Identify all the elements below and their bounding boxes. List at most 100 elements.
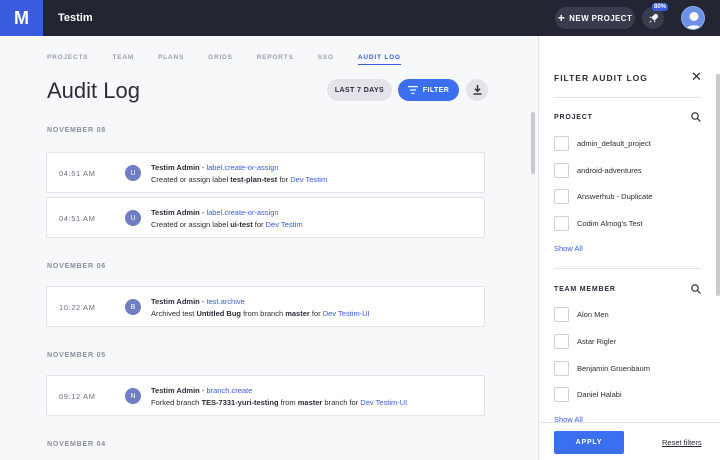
filter-panel-footer: APPLY Reset filters xyxy=(539,422,720,460)
log-text: for xyxy=(252,220,266,229)
close-icon[interactable]: ✕ xyxy=(691,69,702,85)
project-show-all-link[interactable]: Show All xyxy=(554,244,583,253)
project-option[interactable]: admin_default_project xyxy=(554,136,651,151)
team-member-option[interactable]: Astar Rigler xyxy=(554,334,616,349)
log-entry: 10:22 AM B Testim Admin - test.archive A… xyxy=(46,286,485,327)
date-range-button[interactable]: LAST 7 DAYS xyxy=(327,79,392,101)
log-entry: 04:51 AM U Testim Admin - label.create-o… xyxy=(46,197,485,238)
divider xyxy=(554,268,701,269)
log-text: Created or assign label xyxy=(151,220,231,229)
log-branch: master xyxy=(285,309,310,318)
log-project-link[interactable]: Dev Testim xyxy=(290,175,327,184)
log-time: 09:12 AM xyxy=(59,392,96,401)
checkbox[interactable] xyxy=(554,387,569,402)
log-entry: 04:51 AM U Testim Admin - label.create-o… xyxy=(46,152,485,193)
new-project-label: NEW PROJECT xyxy=(569,13,633,23)
checkbox[interactable] xyxy=(554,216,569,231)
log-action-link[interactable]: branch.create xyxy=(206,386,252,395)
tab-grids[interactable]: GRIDS xyxy=(208,54,233,65)
log-user-avatar: B xyxy=(125,299,141,315)
log-user-avatar: N xyxy=(125,388,141,404)
filter-panel-title: FILTER AUDIT LOG xyxy=(554,73,648,83)
checkbox[interactable] xyxy=(554,189,569,204)
tab-projects[interactable]: PROJECTS xyxy=(47,54,88,65)
log-headline: Testim Admin - branch.create xyxy=(151,386,253,395)
log-text: from xyxy=(278,398,298,407)
date-header: NOVEMBER 06 xyxy=(47,263,106,270)
log-description: Forked branch TES-7331-yuri-testing from… xyxy=(151,398,407,407)
project-option[interactable]: Codim Almog's Test xyxy=(554,216,643,231)
project-option[interactable]: android-adventures xyxy=(554,163,642,178)
checkbox[interactable] xyxy=(554,136,569,151)
filter-lines-icon xyxy=(407,86,418,94)
log-branch: master xyxy=(297,398,323,407)
project-option-label: Codim Almog's Test xyxy=(577,219,643,228)
filter-label: FILTER xyxy=(422,86,450,94)
log-text: Archived test xyxy=(151,309,197,318)
log-project-link[interactable]: Dev Testim xyxy=(266,220,303,229)
filter-panel: FILTER AUDIT LOG ✕ PROJECT admin_default… xyxy=(538,36,720,460)
search-icon[interactable] xyxy=(691,112,701,122)
team-section-title: TEAM MEMBER xyxy=(554,286,616,293)
team-member-option[interactable]: Alon Men xyxy=(554,307,609,322)
filter-button[interactable]: FILTER xyxy=(398,79,459,101)
checkbox[interactable] xyxy=(554,361,569,376)
log-action-link[interactable]: label.create-or-assign xyxy=(206,208,278,217)
app-title: Testim xyxy=(58,12,93,24)
user-avatar[interactable] xyxy=(681,6,705,30)
log-time: 04:51 AM xyxy=(59,214,96,223)
tab-sso[interactable]: SSO xyxy=(318,54,334,65)
testim-logo[interactable]: M xyxy=(0,0,43,36)
team-member-option[interactable]: Benjamin Gruenbaum xyxy=(554,361,650,376)
date-header: NOVEMBER 04 xyxy=(47,441,106,448)
log-user: Testim Admin xyxy=(151,386,200,395)
team-member-label: Daniel Halabi xyxy=(577,390,622,399)
project-section-title: PROJECT xyxy=(554,114,593,121)
checkbox[interactable] xyxy=(554,307,569,322)
new-project-button[interactable]: + NEW PROJECT xyxy=(555,7,635,29)
log-text: for xyxy=(277,175,291,184)
download-icon xyxy=(473,85,481,95)
log-description: Created or assign label ui-test for Dev … xyxy=(151,220,303,229)
settings-nav: PROJECTS TEAM PLANS GRIDS REPORTS SSO AU… xyxy=(47,54,425,65)
date-header: NOVEMBER 08 xyxy=(47,127,106,134)
tab-team[interactable]: TEAM xyxy=(112,54,134,65)
panel-scrollbar[interactable] xyxy=(716,74,720,296)
log-text: Forked branch xyxy=(151,398,202,407)
team-member-option[interactable]: Daniel Halabi xyxy=(554,387,622,402)
checkbox[interactable] xyxy=(554,163,569,178)
page-title: Audit Log xyxy=(47,78,140,103)
reset-filters-link[interactable]: Reset filters xyxy=(662,438,702,447)
log-action-link[interactable]: test.archive xyxy=(206,297,244,306)
tab-reports[interactable]: REPORTS xyxy=(257,54,294,65)
project-option-label: Answerhub - Duplicate xyxy=(577,192,653,201)
team-member-label: Astar Rigler xyxy=(577,337,617,346)
log-branch: TES-7331-yuri-testing xyxy=(201,398,279,407)
download-button[interactable] xyxy=(466,79,488,101)
date-header: NOVEMBER 05 xyxy=(47,352,106,359)
log-label: ui-test xyxy=(230,220,253,229)
log-user-avatar: U xyxy=(125,210,141,226)
rocket-icon xyxy=(648,13,658,23)
log-label: test-plan-test xyxy=(230,175,278,184)
tab-audit-log[interactable]: AUDIT LOG xyxy=(357,54,401,65)
apply-button[interactable]: APPLY xyxy=(554,431,624,454)
log-text: Created or assign label xyxy=(151,175,231,184)
log-headline: Testim Admin - label.create-or-assign xyxy=(151,208,279,217)
log-project-link[interactable]: Dev Testim-UI xyxy=(323,309,370,318)
checkbox[interactable] xyxy=(554,334,569,349)
log-time: 10:22 AM xyxy=(59,303,96,312)
log-text: branch for xyxy=(322,398,361,407)
log-project-link[interactable]: Dev Testim-UI xyxy=(360,398,407,407)
log-user: Testim Admin xyxy=(151,163,200,172)
log-text: from branch xyxy=(241,309,286,318)
usage-badge: 80% xyxy=(652,3,669,11)
tab-plans[interactable]: PLANS xyxy=(158,54,184,65)
main-scrollbar[interactable] xyxy=(531,112,535,174)
log-text: for xyxy=(309,309,323,318)
search-icon[interactable] xyxy=(691,284,701,294)
log-entry: 09:12 AM N Testim Admin - branch.create … xyxy=(46,375,485,416)
project-option[interactable]: Answerhub - Duplicate xyxy=(554,189,652,204)
log-action-link[interactable]: label.create-or-assign xyxy=(206,163,278,172)
log-headline: Testim Admin - label.create-or-assign xyxy=(151,163,279,172)
